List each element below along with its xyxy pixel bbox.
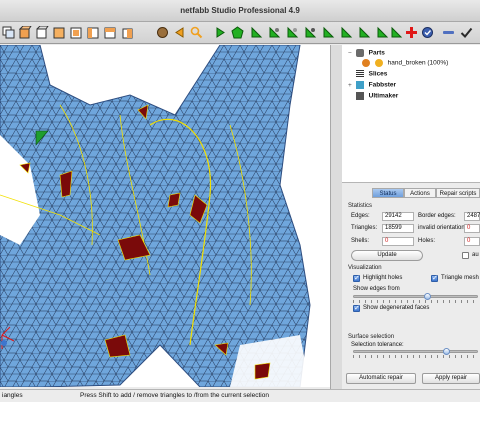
triangles-label: Triangles:	[351, 225, 378, 231]
holes-value: 0	[464, 237, 480, 246]
triangle-shell-icon[interactable]	[340, 26, 353, 39]
tolerance-slider-ticks	[353, 355, 478, 358]
show-degenerated-label: Show degenerated faces	[363, 305, 430, 311]
part-name: hand_broken (100%)	[387, 59, 449, 67]
slices-icon	[355, 70, 364, 78]
invalid-orientation-value: 0	[464, 224, 480, 233]
collapse-icon[interactable]: −	[348, 50, 354, 57]
minus-icon[interactable]	[442, 26, 455, 39]
auto-update-checkbox[interactable]	[462, 252, 469, 259]
cube-outline-icon[interactable]	[36, 26, 49, 39]
box-front-icon[interactable]	[70, 26, 83, 39]
edges-slider[interactable]	[353, 295, 478, 298]
arrow-left-icon[interactable]	[173, 26, 186, 39]
triangle-mesh-checkbox[interactable]	[431, 274, 438, 282]
triangle-invert-icon[interactable]	[322, 26, 335, 39]
surface-selection-title: Surface selection	[348, 334, 395, 340]
triangle-add-icon[interactable]	[286, 26, 299, 39]
ultimaker-icon	[355, 92, 364, 100]
box-iso-icon[interactable]	[121, 26, 134, 39]
border-edges-label: Border edges:	[418, 213, 456, 219]
eye-icon[interactable]	[374, 59, 383, 67]
tree-item-label: Fabbster	[368, 81, 397, 89]
tolerance-slider-knob[interactable]	[443, 348, 450, 355]
zoom-icon[interactable]	[190, 26, 203, 39]
properties-panel: Status Actions Repair scripts Statistics…	[342, 182, 480, 389]
highlight-holes-checkbox[interactable]	[353, 274, 360, 282]
pentagon-icon[interactable]	[231, 26, 244, 39]
tree-item-label: Slices	[368, 70, 388, 78]
status-left: iangles	[2, 392, 23, 399]
parts-icon	[355, 49, 364, 57]
triangle-remove-icon[interactable]	[304, 26, 317, 39]
auto-update-label: au	[472, 252, 479, 258]
tab-repair-scripts[interactable]: Repair scripts	[436, 188, 480, 198]
tab-status[interactable]: Status	[372, 188, 404, 198]
repair-icon[interactable]	[421, 26, 434, 39]
border-edges-value: 2487	[464, 212, 480, 221]
edges-value: 29142	[382, 212, 414, 221]
box-top-icon[interactable]	[104, 26, 117, 39]
cube-icon[interactable]	[19, 26, 32, 39]
visualization-title: Visualization	[348, 265, 382, 271]
tolerance-slider[interactable]	[353, 350, 478, 353]
edges-label: Edges:	[351, 213, 370, 219]
edges-slider-knob[interactable]	[424, 293, 431, 300]
highlight-holes-label: Highlight holes	[363, 275, 403, 281]
window-title: netfabb Studio Professional 4.9	[180, 6, 300, 15]
apply-repair-button[interactable]: Apply repair	[422, 373, 480, 384]
triangle-mesh-label: Triangle mesh	[441, 275, 479, 281]
copy-icon[interactable]	[2, 26, 15, 39]
triangle-icon[interactable]	[250, 26, 263, 39]
edges-slider-ticks	[353, 300, 478, 303]
3d-viewport[interactable]	[0, 45, 330, 387]
warning-icon	[362, 59, 370, 67]
plus-icon[interactable]	[405, 26, 418, 39]
show-degenerated-checkbox[interactable]	[353, 304, 360, 312]
show-edges-label: Show edges from	[353, 286, 400, 292]
box-icon[interactable]	[53, 26, 66, 39]
invalid-orientation-label: invalid orientation:	[418, 225, 467, 231]
status-message: Press Shift to add / remove triangles to…	[80, 392, 269, 399]
triangles-value: 18599	[382, 224, 414, 233]
triangle-surface-icon[interactable]	[358, 26, 371, 39]
shells-value: 0	[382, 237, 414, 246]
tree-item-ultimaker[interactable]: Ultimaker	[348, 92, 398, 102]
title-bar: netfabb Studio Professional 4.9	[0, 0, 480, 22]
holes-label: Holes:	[418, 238, 436, 244]
fabbster-icon	[355, 81, 364, 89]
triangle-brush-icon[interactable]	[390, 26, 403, 39]
box-side-icon[interactable]	[87, 26, 100, 39]
status-bar: iangles Press Shift to add / remove tria…	[0, 389, 480, 402]
main-toolbar	[0, 22, 480, 44]
tree-item-label: Parts	[368, 49, 385, 57]
tab-actions[interactable]: Actions	[404, 188, 436, 198]
tree-item-fabbster[interactable]: + Fabbster	[348, 81, 396, 91]
panel-splitter[interactable]	[330, 45, 342, 389]
shells-label: Shells:	[351, 238, 370, 244]
app-window: netfabb Studio Professional 4.9 − Parts …	[0, 0, 480, 402]
sphere-icon[interactable]	[156, 26, 169, 39]
triangle-select-icon[interactable]	[268, 26, 281, 39]
selection-tolerance-label: Selection tolerance:	[351, 342, 404, 348]
update-button[interactable]: Update	[351, 250, 423, 261]
expand-icon[interactable]: +	[348, 82, 354, 89]
tree-item-slices[interactable]: Slices	[348, 70, 387, 80]
arrow-right-icon[interactable]	[214, 26, 227, 39]
tree-item-part[interactable]: hand_broken (100%)	[362, 59, 448, 69]
tree-item-parts[interactable]: − Parts	[348, 49, 385, 59]
project-tree: − Parts hand_broken (100%) Slices + Fabb…	[342, 45, 480, 182]
statistics-title: Statistics	[348, 203, 373, 209]
automatic-repair-button[interactable]: Automatic repair	[346, 373, 416, 384]
tree-item-label: Ultimaker	[368, 92, 399, 100]
checkmark-icon[interactable]	[460, 26, 473, 39]
triangle-area-icon[interactable]	[376, 26, 389, 39]
